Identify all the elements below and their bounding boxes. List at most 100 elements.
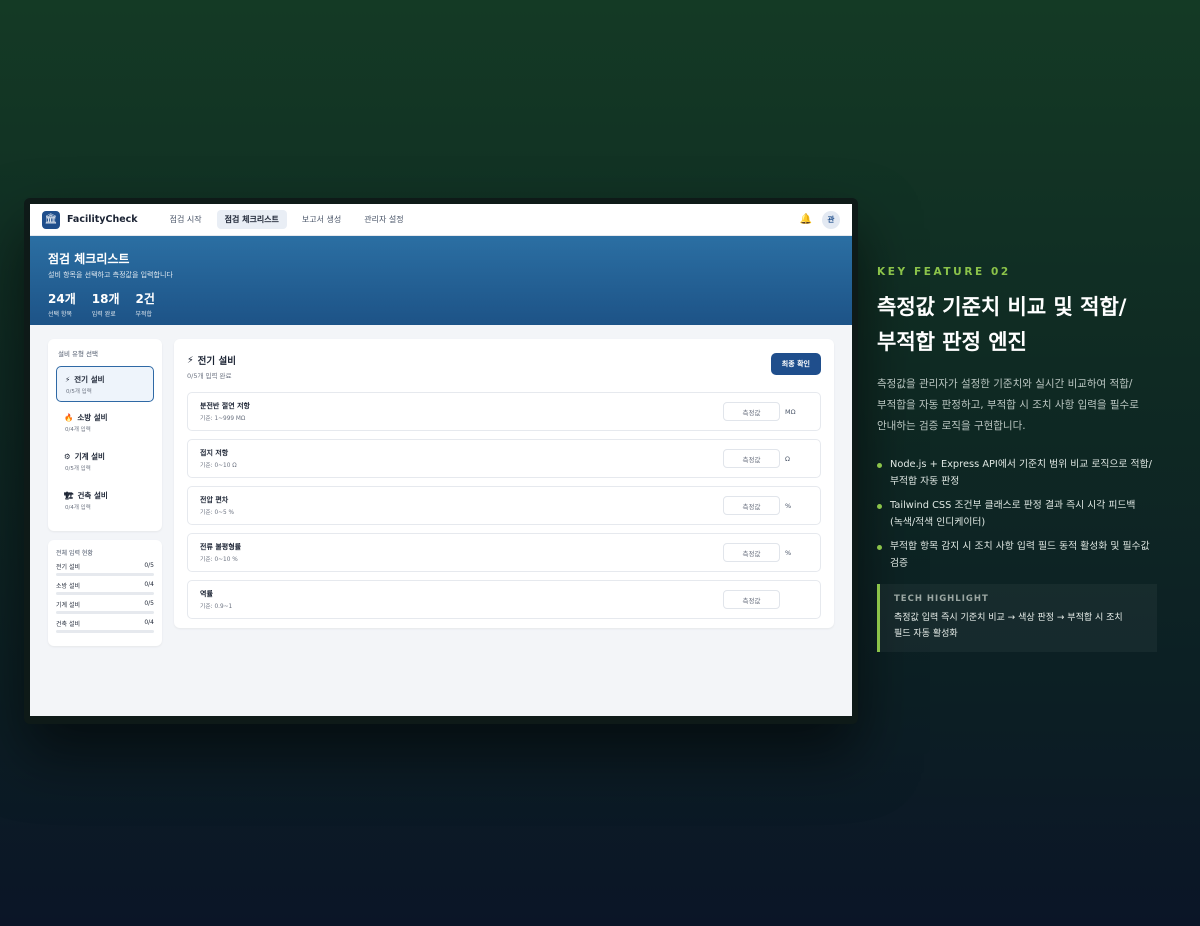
desc-line: 부적합을 자동 판정하고, 부적합 시 조치 사항 입력을 필수로: [877, 399, 1139, 411]
progress-row: 기계 설비 0/5: [56, 600, 154, 614]
bullet-item: Tailwind CSS 조건부 클래스로 판정 결과 즉시 시각 피드백 (녹색…: [877, 498, 1157, 531]
desc-line: 측정값을 관리자가 설정한 기준치와 실시간 비교하여 적합/: [877, 378, 1133, 390]
tech-highlight: TECH HIGHLIGHT 측정값 입력 즉시 기준치 비교 → 색상 판정 …: [877, 584, 1157, 652]
item-name: 분전반 절연 저항: [200, 402, 250, 410]
item-name: 전압 편차: [200, 496, 229, 504]
item-name: 역률: [200, 590, 213, 598]
category-label: 기계 설비: [74, 452, 105, 461]
section-title-text: 전기 설비: [197, 356, 236, 367]
stat-label: 선택 항목: [48, 311, 72, 318]
progress-row: 소방 설비 0/4: [56, 581, 154, 595]
category-count: 0/5개 입력: [65, 466, 91, 472]
item-standard: 기준: 0~10 %: [200, 557, 238, 563]
category-count: 0/4개 입력: [65, 427, 91, 433]
category-fire[interactable]: 🔥 소방 설비 0/4개 입력: [56, 405, 154, 441]
feature-headline: 측정값 기준치 비교 및 적합/ 부적합 판정 엔진: [877, 290, 1157, 360]
building-icon: 🏛: [42, 210, 60, 229]
tech-text: 측정값 입력 즉시 기준치 비교 → 색상 판정 → 부적합 시 조치 필드 자…: [894, 610, 1143, 642]
unit-label: Ω: [785, 454, 790, 463]
category-label: 소방 설비: [77, 413, 108, 422]
progress-value: 0/4: [144, 581, 154, 588]
unit-label: %: [785, 501, 792, 510]
bullet-dot-icon: [877, 504, 882, 509]
lightning-icon: ⚡: [65, 375, 71, 384]
category-count: 0/5개 입력: [66, 389, 92, 395]
progress-value: 0/5: [144, 600, 154, 607]
sidebar: 설비 유형 선택 ⚡ 전기 설비 0/5개 입력 🔥 소방 설비 0/4개 입력 ⚙…: [48, 339, 162, 646]
item-standard: 기준: 0.9~1: [200, 604, 233, 610]
measurement-input[interactable]: 측정값: [723, 543, 780, 562]
measurement-input[interactable]: 측정값: [723, 402, 780, 421]
laptop-mockup: 🏛 FacilityCheck 점검 시작 점검 체크리스트 보고서 생성 관리…: [24, 198, 858, 724]
progress-bar: [56, 592, 154, 595]
gear-icon: ⚙: [64, 452, 71, 461]
checklist-item: 접지 저항 기준: 0~10 Ω 측정값 Ω: [187, 439, 821, 478]
stat-completed: 18개 입력 완료: [92, 290, 120, 318]
stat-selected: 24개 선택 항목: [48, 290, 76, 318]
final-confirm-button[interactable]: 최종 확인: [770, 353, 821, 375]
feature-bullets: Node.js + Express API에서 기준치 범위 비교 로직으로 적…: [877, 457, 1157, 572]
tech-line: 측정값 입력 즉시 기준치 비교 → 색상 판정 → 부적합 시 조치: [894, 613, 1123, 623]
bullet-line: Node.js + Express API에서 기준치 범위 비교 로직으로 적…: [890, 459, 1152, 470]
section-title: ⚡ 전기 설비: [187, 353, 236, 368]
feature-kicker: KEY FEATURE 02: [877, 266, 1011, 278]
measurement-input[interactable]: 측정값: [723, 590, 780, 609]
fire-icon: 🔥: [64, 413, 74, 422]
tech-line: 필드 자동 활성화: [894, 629, 958, 639]
nav-checklist[interactable]: 점검 체크리스트: [216, 210, 287, 229]
progress-row: 건축 설비 0/4: [56, 619, 154, 633]
stat-nonconforming: 2건 부적합: [136, 290, 155, 318]
tech-label: TECH HIGHLIGHT: [894, 594, 989, 604]
stat-value: 18개: [91, 292, 120, 306]
checklist-item: 전압 편차 기준: 0~5 % 측정값%: [187, 486, 821, 525]
bullet-dot-icon: [877, 463, 882, 468]
headline-line: 부적합 판정 엔진: [877, 330, 1027, 354]
stat-label: 입력 완료: [91, 311, 116, 318]
nav-start[interactable]: 점검 시작: [162, 210, 210, 229]
progress-heading: 전체 입력 현황: [56, 550, 93, 557]
item-standard: 기준: 1~999 MΩ: [200, 416, 246, 422]
headline-line: 측정값 기준치 비교 및 적합/: [877, 295, 1127, 319]
progress-card: 전체 입력 현황 전기 설비 0/5 소방 설비 0/4 기계 설비 0/5 건…: [48, 540, 162, 646]
app-screen: 🏛 FacilityCheck 점검 시작 점검 체크리스트 보고서 생성 관리…: [30, 204, 852, 716]
category-card: 설비 유형 선택 ⚡ 전기 설비 0/5개 입력 🔥 소방 설비 0/4개 입력 ⚙…: [48, 339, 162, 531]
unit-label: MΩ: [785, 407, 796, 416]
stat-value: 2건: [135, 292, 155, 306]
bullet-item: Node.js + Express API에서 기준치 범위 비교 로직으로 적…: [877, 457, 1157, 490]
category-building[interactable]: 🏗 건축 설비 0/4개 입력: [56, 483, 154, 519]
desc-line: 안내하는 검증 로직을 구현합니다.: [877, 420, 1026, 432]
item-name: 전류 불평형률: [200, 543, 242, 551]
stat-label: 부적합: [135, 311, 153, 318]
brand-name[interactable]: FacilityCheck: [67, 214, 138, 225]
progress-value: 0/4: [144, 619, 154, 626]
top-nav: 🏛 FacilityCheck 점검 시작 점검 체크리스트 보고서 생성 관리…: [30, 204, 852, 236]
nav-admin[interactable]: 관리자 설정: [356, 210, 411, 229]
measurement-input[interactable]: 측정값: [723, 496, 780, 515]
avatar[interactable]: 관: [822, 210, 840, 229]
item-standard: 기준: 0~10 Ω: [200, 463, 237, 469]
feature-description: 측정값을 관리자가 설정한 기준치와 실시간 비교하여 적합/ 부적합을 자동 …: [877, 374, 1157, 437]
nav-report[interactable]: 보고서 생성: [294, 210, 349, 229]
category-label: 건축 설비: [77, 491, 108, 500]
checklist-panel: ⚡ 전기 설비 0/5개 입력 완료 최종 확인 분전반 절연 저항 기준: 1~9…: [174, 339, 834, 628]
measurement-input[interactable]: 측정값: [723, 449, 780, 468]
checklist-item: 분전반 절연 저항기준: 1~999 MΩ 측정값 MΩ: [187, 392, 821, 431]
bell-icon[interactable]: 🔔: [800, 214, 812, 225]
progress-bar: [56, 573, 154, 576]
progress-label: 건축 설비: [56, 621, 80, 628]
category-label: 전기 설비: [74, 375, 105, 384]
page-title: 점검 체크리스트: [48, 252, 130, 266]
page-subtitle: 설비 항목을 선택하고 측정값을 입력합니다: [48, 271, 173, 279]
bullet-line: 검증: [890, 557, 909, 569]
lightning-icon: ⚡: [187, 354, 194, 366]
unit-label: %: [785, 548, 792, 557]
progress-bar: [56, 630, 154, 633]
progress-label: 전기 설비: [56, 564, 80, 571]
category-electric[interactable]: ⚡ 전기 설비 0/5개 입력: [56, 366, 154, 402]
bullet-line: 부적합 항목 감지 시 조치 사항 입력 필드 동적 활성화 및 필수값: [890, 541, 1150, 552]
sidebar-heading: 설비 유형 선택: [58, 350, 99, 358]
checklist-item: 전류 불평형률기준: 0~10 % 측정값%: [187, 533, 821, 572]
bullet-dot-icon: [877, 545, 882, 550]
feature-panel: KEY FEATURE 02 측정값 기준치 비교 및 적합/ 부적합 판정 엔…: [877, 266, 1157, 652]
category-mechanical[interactable]: ⚙ 기계 설비 0/5개 입력: [56, 444, 154, 480]
